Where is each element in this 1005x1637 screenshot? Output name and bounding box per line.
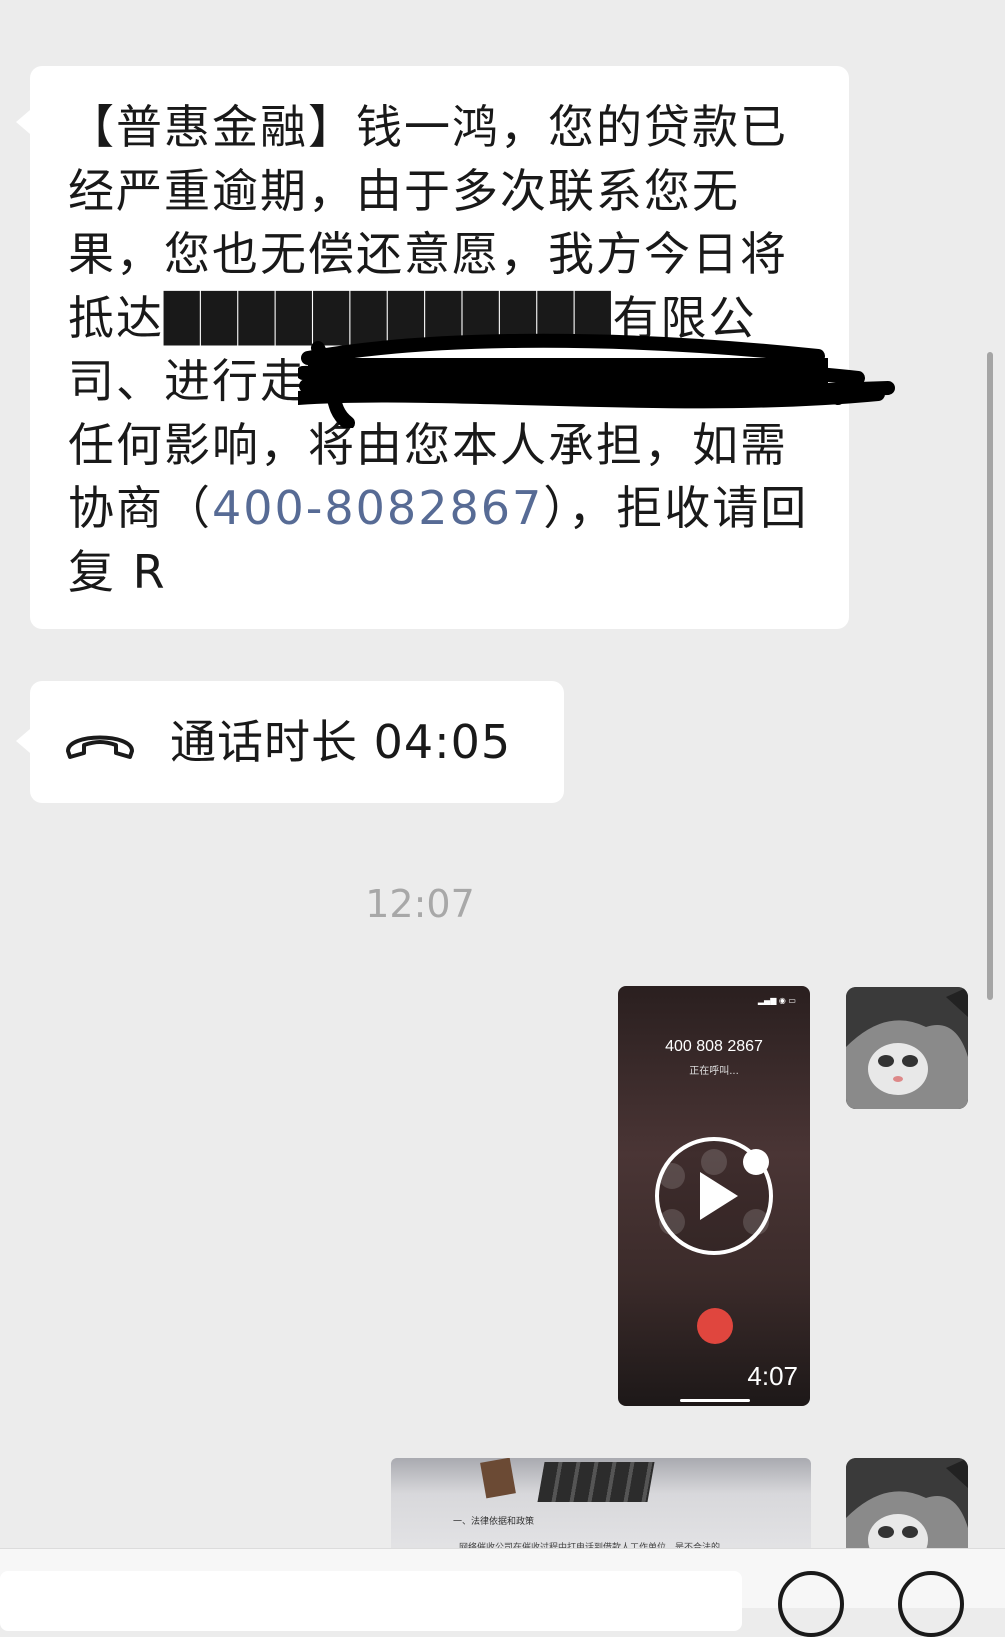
home-indicator — [680, 1399, 750, 1402]
scrollbar[interactable] — [987, 352, 993, 1000]
video-duration: 4:07 — [747, 1361, 798, 1391]
video-hangup-icon — [697, 1308, 733, 1344]
call-record-bubble[interactable]: 通话时长 04:05 — [16, 681, 564, 803]
status-bar-icons: ▂▄▆ ◉ ▭ — [757, 996, 796, 1005]
avatar[interactable] — [846, 1458, 968, 1548]
doc-heading: 一、法律依据和政策 — [453, 1517, 535, 1527]
emoji-icon[interactable] — [778, 1571, 844, 1637]
avatar[interactable] — [846, 987, 968, 1109]
video-phone-number: 400 808 2867 — [665, 1038, 763, 1055]
video-call-status: 正在呼叫... — [689, 1066, 739, 1077]
image-message-thumbnail[interactable]: 一、法律依据和政策 网络催收公司在催收过程中打电话到借款人工作单位，是不合法的。 — [391, 1458, 811, 1548]
call-duration-text: 通话时长 04:05 — [170, 715, 512, 769]
phone-number-link[interactable]: 400-8082867 — [212, 481, 543, 535]
photo-keyboard — [537, 1462, 655, 1502]
message-timestamp: 12:07 — [365, 882, 475, 926]
doc-line: 网络催收公司在催收过程中打电话到借款人工作单位，是不合法的。 — [459, 1543, 730, 1548]
play-icon[interactable] — [654, 1136, 774, 1256]
plus-icon[interactable] — [898, 1571, 964, 1637]
cat-avatar-image — [846, 987, 968, 1109]
phone-hangup-icon — [66, 735, 134, 759]
cat-avatar-image — [846, 1458, 968, 1548]
chat-area[interactable]: 【普惠金融】钱一鸿，您的贷款已经严重逾期，由于多次联系您无果，您也无偿还意愿，我… — [0, 0, 1005, 1548]
message-input[interactable] — [0, 1571, 742, 1631]
sms-message-bubble[interactable]: 【普惠金融】钱一鸿，您的贷款已经严重逾期，由于多次联系您无果，您也无偿还意愿，我… — [16, 66, 895, 629]
photo-object — [480, 1458, 516, 1499]
sms-message-text: 【普惠金融】钱一鸿，您的贷款已经严重逾期，由于多次联系您无果，您也无偿还意愿，我… — [68, 100, 809, 599]
video-message-thumbnail[interactable]: ▂▄▆ ◉ ▭ 400 808 2867 正在呼叫... 4:07 — [618, 986, 810, 1406]
input-toolbar — [0, 1548, 1005, 1637]
